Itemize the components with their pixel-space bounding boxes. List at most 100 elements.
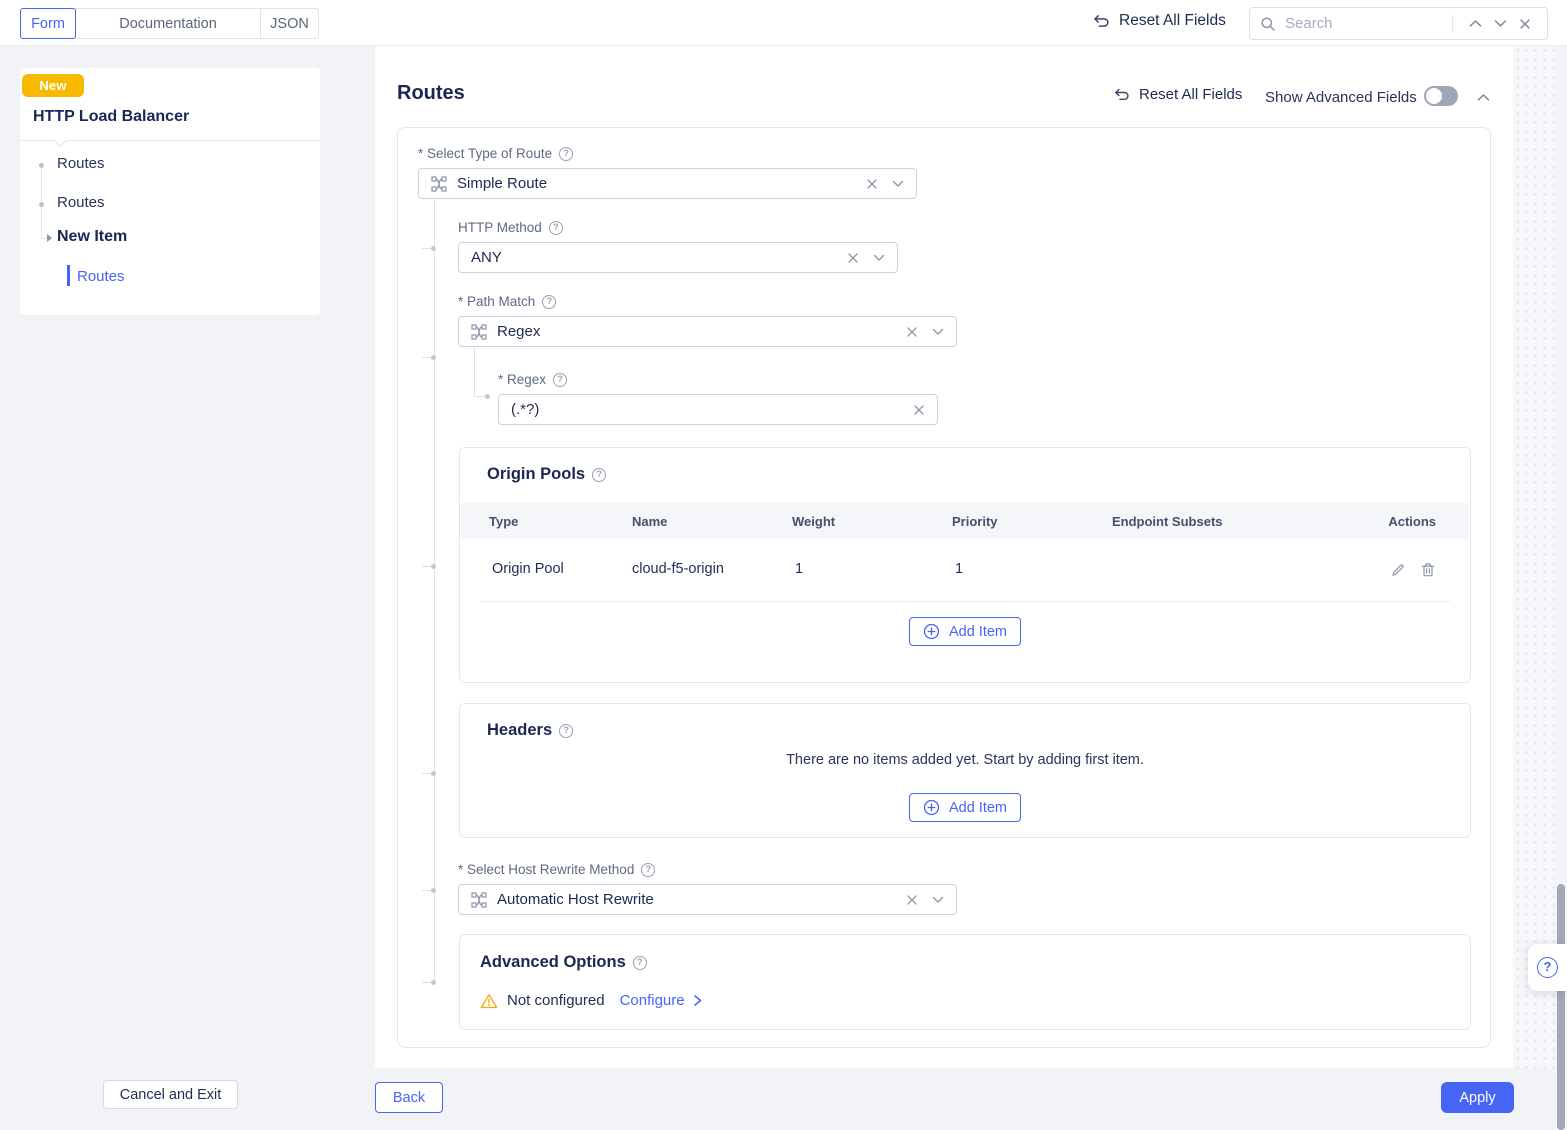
connector-dot [431, 980, 436, 985]
page-title: Routes [397, 82, 465, 104]
status-text: Not configured [507, 992, 605, 1009]
form-connector-line [434, 199, 435, 982]
advanced-options-title-row: Advanced Options [480, 953, 647, 972]
sidebar-item-routes-1[interactable]: Routes [57, 155, 105, 172]
chevron-right-icon [692, 994, 703, 1007]
origin-pools-add-item-button[interactable]: Add Item [908, 617, 1022, 646]
path-match-label-row: * Path Match [458, 294, 557, 309]
search-icon [1260, 16, 1276, 32]
clear-icon[interactable] [847, 252, 859, 264]
sidebar-divider [20, 134, 320, 147]
regex-input[interactable] [511, 401, 913, 418]
route-type-select[interactable]: Simple Route [418, 168, 917, 199]
connector-dot [431, 246, 436, 251]
tab-form[interactable]: Form [20, 8, 76, 39]
connector-dot [431, 355, 436, 360]
chevron-down-icon[interactable] [892, 180, 904, 188]
regex-label-row: * Regex [498, 372, 568, 387]
help-icon[interactable] [553, 372, 568, 387]
host-rewrite-select[interactable]: Automatic Host Rewrite [458, 884, 957, 915]
search-input[interactable] [1285, 15, 1442, 32]
route-type-value: Simple Route [457, 175, 548, 192]
column-header-endpoint-subsets: Endpoint Subsets [1112, 514, 1223, 529]
chevron-down-icon[interactable] [873, 254, 885, 262]
reset-icon [1092, 12, 1110, 30]
route-type-label: * Select Type of Route [418, 146, 553, 161]
chevron-down-icon[interactable] [932, 328, 944, 336]
show-advanced-fields-toggle[interactable] [1424, 86, 1458, 106]
clear-icon[interactable] [913, 404, 925, 416]
help-icon[interactable] [542, 294, 557, 309]
sidebar-notch [54, 134, 67, 147]
sidebar-item-routes-2[interactable]: Routes [57, 194, 105, 211]
route-branch-icon [471, 323, 487, 340]
route-type-label-row: * Select Type of Route [418, 146, 574, 161]
regex-field [498, 394, 938, 425]
search-bar [1249, 7, 1548, 40]
cell-type: Origin Pool [492, 561, 564, 577]
help-icon[interactable] [559, 146, 574, 161]
reset-all-fields-label: Reset All Fields [1119, 12, 1226, 29]
connector-dot [431, 771, 436, 776]
apply-button[interactable]: Apply [1441, 1082, 1514, 1113]
search-divider [1452, 14, 1453, 33]
headers-title: Headers [487, 721, 553, 739]
search-close-button[interactable] [1513, 16, 1537, 32]
empty-state-text: There are no items added yet. Start by a… [786, 752, 1144, 768]
http-method-select[interactable]: ANY [458, 242, 898, 273]
origin-pools-title-row: Origin Pools [487, 465, 607, 484]
reset-all-fields-button[interactable]: Reset All Fields [1113, 86, 1242, 103]
tab-json[interactable]: JSON [260, 8, 319, 39]
search-next-button[interactable] [1488, 17, 1513, 30]
routes-form-card: * Select Type of Route Simple Route HTTP… [397, 127, 1491, 1048]
help-icon[interactable] [548, 220, 563, 235]
host-rewrite-value: Automatic Host Rewrite [497, 891, 654, 908]
help-floating-button[interactable] [1528, 944, 1567, 991]
tree-arrow-icon [47, 234, 52, 242]
plus-circle-icon [923, 799, 940, 816]
reset-all-fields-top-button[interactable]: Reset All Fields [1092, 12, 1226, 30]
help-icon[interactable] [592, 467, 607, 482]
advanced-options-title: Advanced Options [480, 953, 626, 971]
toggle-knob [1426, 88, 1442, 104]
back-button[interactable]: Back [375, 1082, 443, 1113]
path-match-label: * Path Match [458, 294, 536, 309]
clear-icon[interactable] [866, 178, 878, 190]
column-header-name: Name [632, 514, 668, 529]
path-match-value: Regex [497, 323, 541, 340]
help-icon[interactable] [641, 862, 656, 877]
clear-icon[interactable] [906, 326, 918, 338]
origin-pools-section: Origin Pools Type Name Weight Priority E… [459, 447, 1471, 683]
sidebar-item-routes-active[interactable]: Routes [77, 268, 125, 285]
route-branch-icon [471, 891, 487, 908]
table-row: Origin Pool cloud-f5-origin 1 1 [461, 539, 1469, 601]
clear-icon[interactable] [906, 894, 918, 906]
search-prev-button[interactable] [1463, 17, 1488, 30]
help-icon[interactable] [632, 955, 647, 970]
chevron-down-icon[interactable] [932, 896, 944, 904]
regex-label: * Regex [498, 372, 547, 387]
advanced-options-status-row: Not configured Configure [480, 992, 703, 1009]
add-item-label: Add Item [948, 799, 1008, 816]
http-method-label: HTTP Method [458, 220, 542, 235]
host-rewrite-label-row: * Select Host Rewrite Method [458, 862, 656, 877]
cancel-and-exit-button[interactable]: Cancel and Exit [103, 1080, 238, 1109]
regex-connector-line [474, 347, 475, 396]
path-match-select[interactable]: Regex [458, 316, 957, 347]
host-rewrite-label: * Select Host Rewrite Method [458, 862, 635, 877]
cell-weight: 1 [795, 561, 804, 577]
delete-row-button[interactable] [1420, 562, 1436, 581]
tab-documentation[interactable]: Documentation [75, 8, 261, 39]
sidebar-item-new-item[interactable]: New Item [57, 228, 127, 246]
help-icon[interactable] [559, 723, 574, 738]
connector-dot [431, 888, 436, 893]
configure-link[interactable]: Configure [620, 992, 703, 1009]
column-header-weight: Weight [792, 514, 836, 529]
warning-icon [480, 993, 498, 1009]
headers-add-item-button[interactable]: Add Item [908, 793, 1022, 822]
headers-title-row: Headers [487, 721, 574, 740]
collapse-section-button[interactable] [1477, 90, 1490, 105]
sidebar-title: HTTP Load Balancer [33, 108, 190, 125]
scrollbar-thumb[interactable] [1557, 884, 1565, 1130]
edit-row-button[interactable] [1390, 562, 1406, 581]
